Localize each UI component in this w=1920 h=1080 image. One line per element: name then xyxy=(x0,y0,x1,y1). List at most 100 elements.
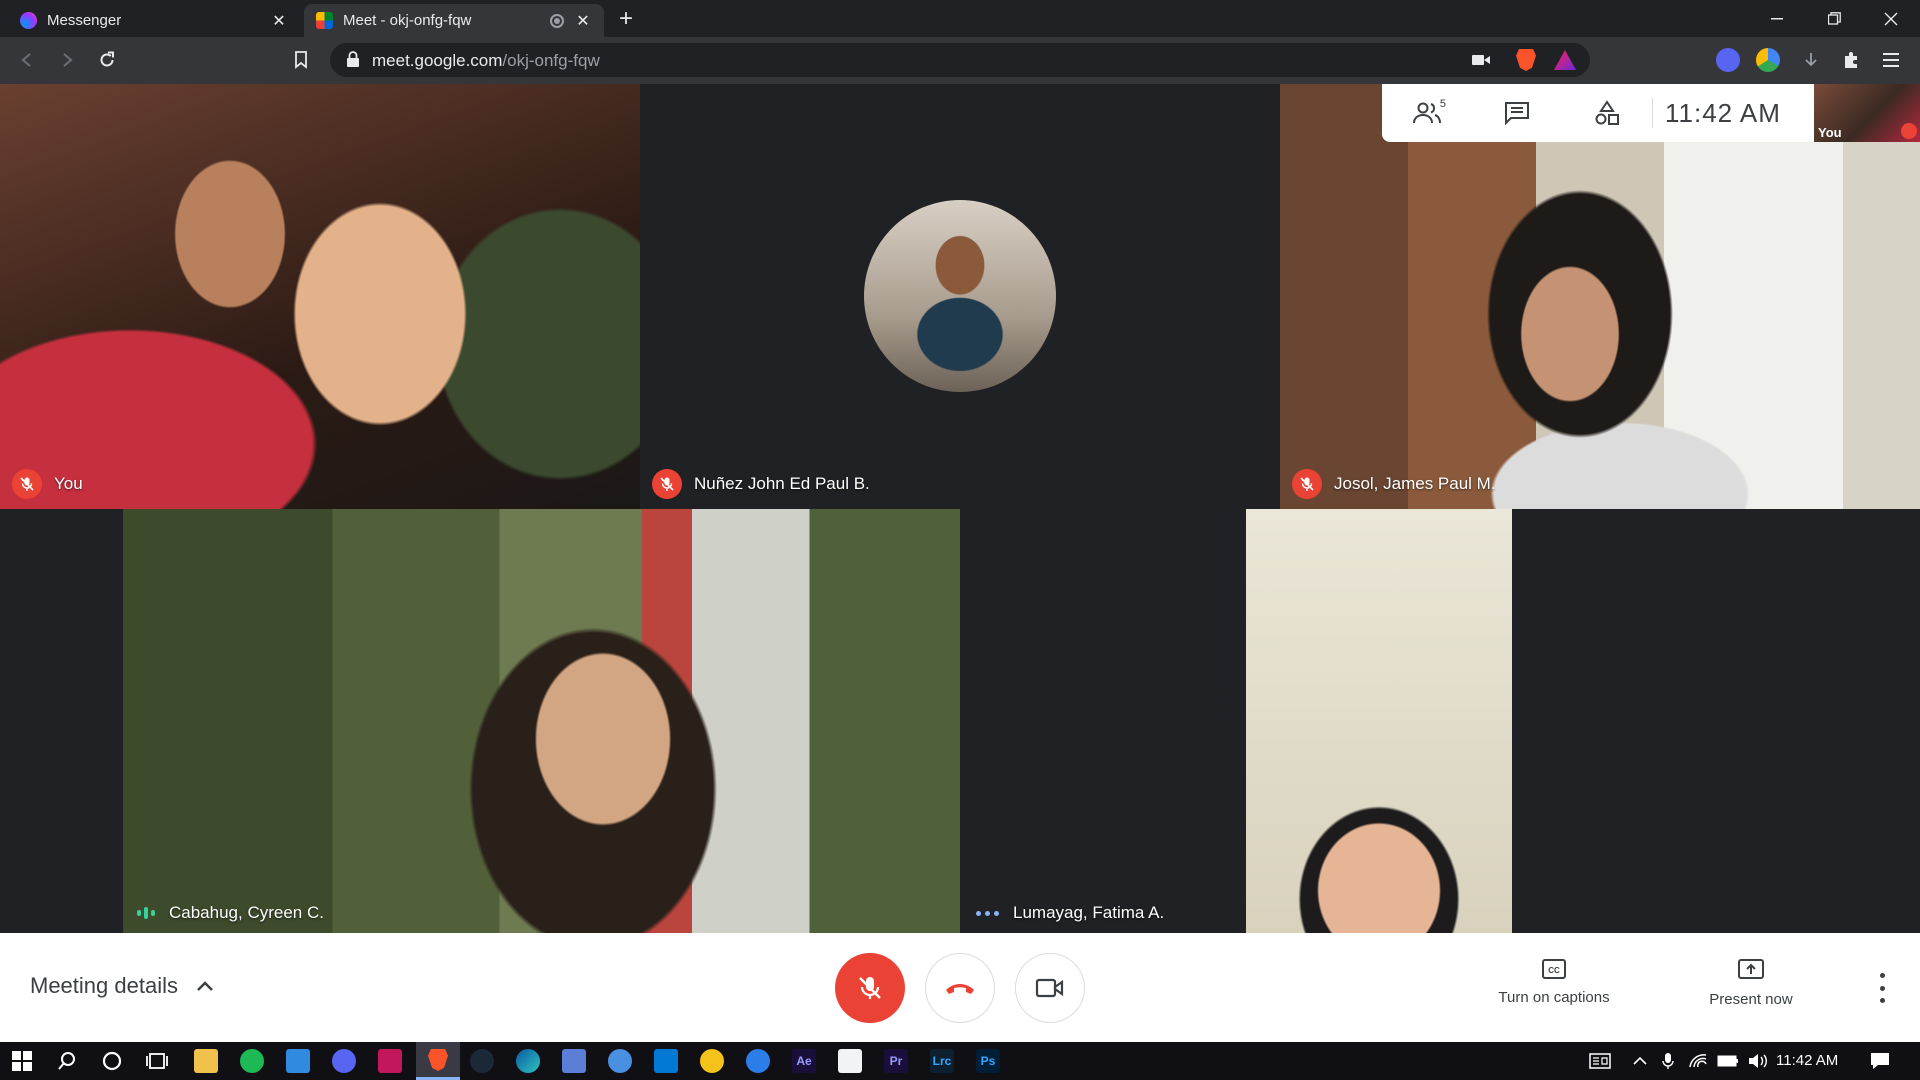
meeting-clock: 11:42 AM xyxy=(1665,97,1781,128)
chevron-up-icon[interactable] xyxy=(1628,1049,1652,1073)
present-screen-icon xyxy=(1738,959,1764,979)
photoshop-icon[interactable]: Ps xyxy=(976,1049,1000,1073)
participant-count: 5 xyxy=(1439,98,1446,110)
mic-off-icon xyxy=(1901,123,1917,139)
participant-tile-josol[interactable]: Josol, James Paul M. xyxy=(1280,84,1920,509)
browser-tab-strip: Messenger ✕ Meet - okj-onfg-fqw ✕ + xyxy=(0,0,1920,37)
people-icon xyxy=(1413,102,1441,124)
windows-taskbar: Ae Pr Lrc Ps 11:42 AM xyxy=(0,1042,1920,1080)
forward-button[interactable] xyxy=(52,45,82,75)
participant-name: Lumayag, Fatima A. xyxy=(1013,903,1165,922)
participant-tile-cabahug[interactable]: Cabahug, Cyreen C. xyxy=(123,509,960,933)
lightroom-icon[interactable]: Lrc xyxy=(930,1049,954,1073)
mic-off-icon xyxy=(859,977,881,999)
url-host: meet.google.com xyxy=(372,51,503,70)
app-icon[interactable] xyxy=(378,1049,402,1073)
participant-tile-nunez[interactable]: Nuñez John Ed Paul B. xyxy=(640,84,1280,509)
address-bar[interactable]: meet.google.com/okj-onfg-fqw xyxy=(330,43,1590,77)
present-label: Present now xyxy=(1709,991,1793,1008)
self-view-thumbnail[interactable]: You xyxy=(1814,84,1920,142)
extension-icon[interactable] xyxy=(1756,48,1780,72)
messenger-icon xyxy=(20,12,37,29)
action-center-icon[interactable] xyxy=(1868,1049,1892,1073)
camera-toggle-button[interactable] xyxy=(1015,953,1085,1023)
edge-icon[interactable] xyxy=(516,1049,540,1073)
back-button[interactable] xyxy=(12,45,42,75)
participants-button[interactable]: 5 xyxy=(1382,84,1472,142)
steam-icon[interactable] xyxy=(470,1049,494,1073)
meeting-info-panel: 5 11:42 AM xyxy=(1382,84,1814,142)
browser-menu-icon[interactable] xyxy=(1876,45,1906,75)
speaking-indicator-icon xyxy=(137,907,155,919)
mic-off-icon xyxy=(1292,469,1322,499)
close-tab-icon[interactable]: ✕ xyxy=(574,11,592,31)
microphone-toggle-button[interactable] xyxy=(835,953,905,1023)
chevron-up-icon xyxy=(197,981,213,991)
close-window-button[interactable] xyxy=(1863,0,1919,37)
browser-toolbar: meet.google.com/okj-onfg-fqw xyxy=(0,37,1920,84)
video-feed xyxy=(1280,84,1920,509)
new-tab-button[interactable]: + xyxy=(612,5,640,33)
taskbar-clock[interactable]: 11:42 AM xyxy=(1776,1052,1838,1069)
connecting-indicator-icon xyxy=(976,910,999,916)
vscode-icon[interactable] xyxy=(654,1049,678,1073)
file-icon[interactable] xyxy=(838,1049,862,1073)
recording-indicator-icon xyxy=(550,13,564,28)
url-path: /okj-onfg-fqw xyxy=(502,51,600,70)
activities-icon xyxy=(1595,100,1619,125)
end-call-icon xyxy=(946,984,974,994)
brave-rewards-icon[interactable] xyxy=(1554,50,1576,70)
microphone-icon[interactable] xyxy=(1656,1049,1680,1073)
more-options-button[interactable] xyxy=(1870,973,1894,1003)
tab-title: Messenger xyxy=(47,12,122,29)
participant-tile-lumayag[interactable]: Lumayag, Fatima A. xyxy=(960,509,1798,933)
news-icon[interactable] xyxy=(1588,1049,1612,1073)
mic-off-icon xyxy=(12,469,42,499)
participant-nametag: Josol, James Paul M. xyxy=(1292,469,1496,499)
file-explorer-icon[interactable] xyxy=(194,1049,218,1073)
windows-start-icon[interactable] xyxy=(10,1049,34,1073)
leave-call-button[interactable] xyxy=(925,953,995,1023)
chat-icon xyxy=(1505,102,1529,125)
extensions-puzzle-icon[interactable] xyxy=(1836,45,1866,75)
activities-button[interactable] xyxy=(1562,84,1652,142)
premiere-icon[interactable]: Pr xyxy=(884,1049,908,1073)
volume-icon[interactable] xyxy=(1746,1049,1770,1073)
camera-in-use-icon[interactable] xyxy=(1472,53,1490,72)
app-icon[interactable] xyxy=(562,1049,586,1073)
tab-title: Meet - okj-onfg-fqw xyxy=(343,12,472,29)
spotify-icon[interactable] xyxy=(240,1049,264,1073)
restore-button[interactable] xyxy=(1806,0,1862,37)
brave-taskbar-item[interactable] xyxy=(416,1042,460,1080)
url-text[interactable]: meet.google.com/okj-onfg-fqw xyxy=(372,51,600,71)
meeting-details-button[interactable]: Meeting details xyxy=(30,973,214,999)
wifi-icon[interactable] xyxy=(1686,1049,1710,1073)
app-icon[interactable] xyxy=(608,1049,632,1073)
mic-off-icon xyxy=(652,469,682,499)
battery-icon[interactable] xyxy=(1716,1049,1740,1073)
downloads-icon[interactable] xyxy=(1796,45,1826,75)
tab-meet[interactable]: Meet - okj-onfg-fqw ✕ xyxy=(304,4,604,37)
search-icon[interactable] xyxy=(55,1049,79,1073)
discord-extension-icon[interactable] xyxy=(1716,48,1740,72)
brave-shields-icon[interactable] xyxy=(1516,49,1536,71)
video-feed xyxy=(1246,509,1512,933)
participant-nametag: You xyxy=(12,469,83,499)
bookmark-icon[interactable] xyxy=(286,45,316,75)
captions-button[interactable]: CC Turn on captions xyxy=(1480,959,1628,1006)
reload-button[interactable] xyxy=(92,45,122,75)
close-tab-icon[interactable]: ✕ xyxy=(270,11,288,31)
chat-button[interactable] xyxy=(1472,84,1562,142)
present-now-button[interactable]: Present now xyxy=(1680,959,1822,1008)
mail-icon[interactable] xyxy=(286,1049,310,1073)
cortana-icon[interactable] xyxy=(100,1049,124,1073)
app-icon[interactable] xyxy=(746,1049,770,1073)
tab-messenger[interactable]: Messenger ✕ xyxy=(8,4,300,37)
svg-text:CC: CC xyxy=(1548,966,1560,975)
participant-tile-you[interactable]: You xyxy=(0,84,640,509)
app-icon[interactable] xyxy=(700,1049,724,1073)
discord-icon[interactable] xyxy=(332,1049,356,1073)
after-effects-icon[interactable]: Ae xyxy=(792,1049,816,1073)
minimize-button[interactable] xyxy=(1749,0,1805,37)
task-view-icon[interactable] xyxy=(145,1049,169,1073)
